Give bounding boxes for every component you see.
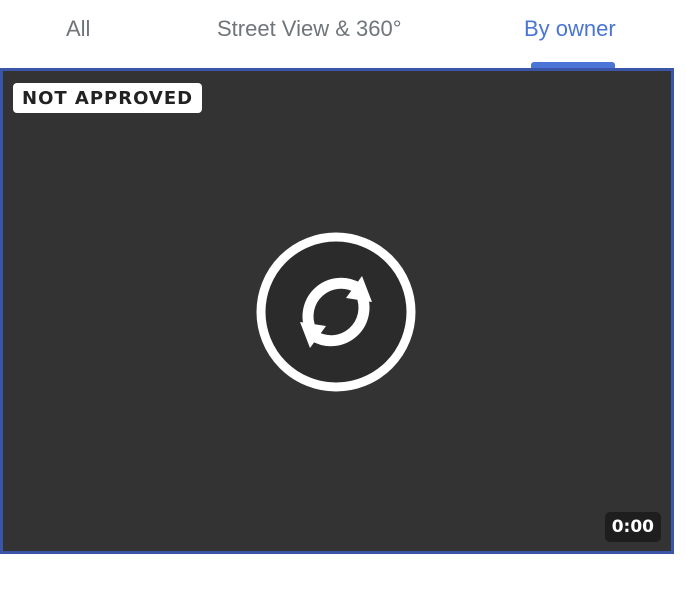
media-viewer[interactable]: NOT APPROVED 0:00 — [0, 68, 674, 554]
refresh-icon-graphic — [256, 232, 416, 392]
tab-by-owner[interactable]: By owner — [524, 14, 616, 44]
tab-bar: All Street View & 360° By owner — [0, 0, 676, 68]
tab-all[interactable]: All — [66, 14, 90, 44]
tab-street-view-360[interactable]: Street View & 360° — [217, 14, 402, 44]
status-badge: NOT APPROVED — [13, 83, 203, 113]
refresh-icon[interactable] — [254, 230, 418, 394]
video-duration: 0:00 — [604, 512, 661, 542]
